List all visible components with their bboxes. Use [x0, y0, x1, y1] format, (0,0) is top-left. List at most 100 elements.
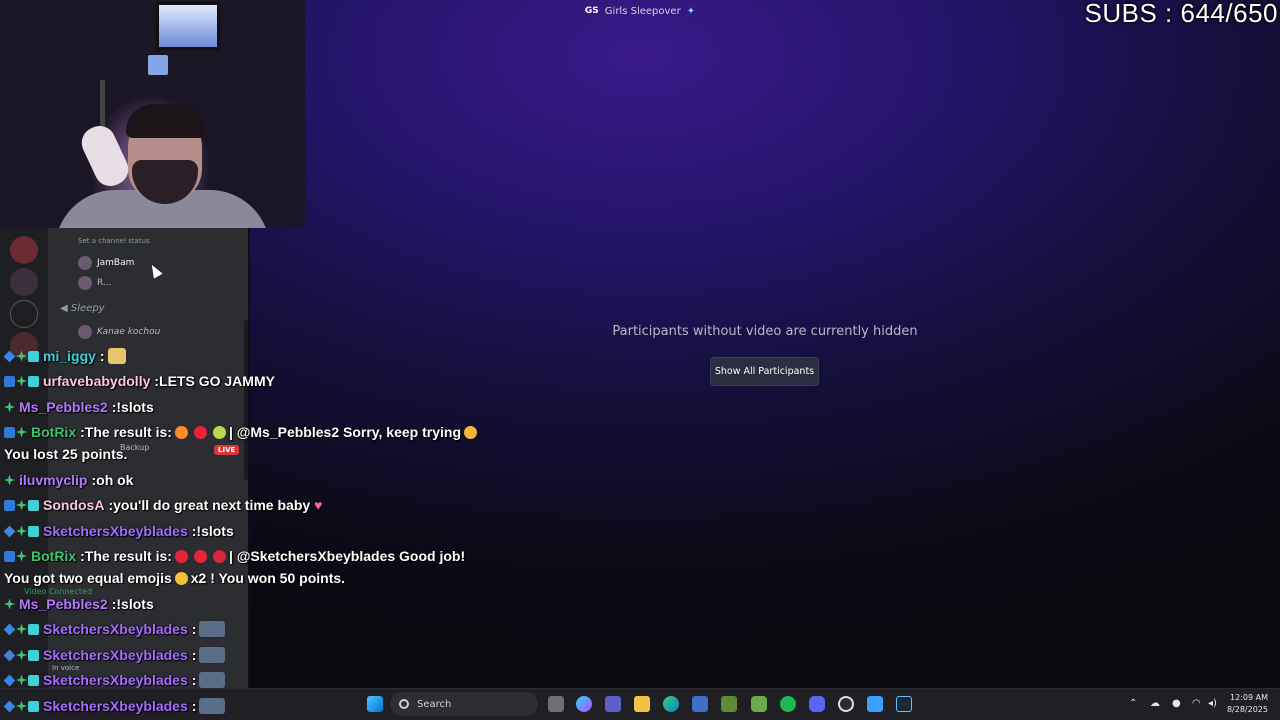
chat-message: SketchersXbeyblades :	[3, 672, 228, 688]
voice-member-jambam[interactable]: JamBam	[78, 256, 134, 270]
emote-icon	[199, 698, 226, 714]
minecraft-icon[interactable]	[721, 696, 737, 712]
chat-text: You lost 25 points.	[4, 446, 128, 462]
chat-username: SketchersXbeyblades	[43, 647, 188, 663]
emote-icon	[107, 348, 126, 364]
show-all-participants-button[interactable]: Show All Participants	[710, 357, 819, 386]
voice-channel-sleepy[interactable]: ◀ Sleepy	[60, 303, 105, 314]
search-placeholder: Search	[417, 698, 452, 710]
badge-icon	[4, 499, 15, 511]
badge-icon	[4, 426, 15, 438]
taskbar-clock[interactable]: 12:09 AM 8/28/2025	[1227, 692, 1268, 716]
chat-badges	[4, 375, 39, 387]
badge-icon	[3, 623, 16, 635]
chat-username: urfavebabydolly	[43, 373, 151, 389]
chat-badges	[3, 623, 39, 635]
steam-icon[interactable]	[896, 696, 912, 712]
discord-icon[interactable]	[809, 696, 825, 712]
fruit-emoji-icon	[212, 425, 226, 439]
cloud-icon[interactable]: ☁	[1150, 698, 1160, 709]
chat-message: SketchersXbeyblades :	[3, 698, 228, 714]
store-icon[interactable]	[692, 696, 708, 712]
chat-badges	[4, 474, 15, 486]
chat-text: !slots	[116, 399, 154, 415]
badge-icon	[4, 474, 15, 486]
voice-connection-status: Video Connected	[24, 587, 93, 596]
app-icon[interactable]	[751, 696, 767, 712]
chat-message: Ms_Pebbles2 : !slots	[4, 399, 154, 415]
server-tag: GS	[584, 6, 599, 16]
badge-icon	[28, 525, 39, 537]
chat-badges	[4, 550, 27, 562]
badge-icon	[28, 375, 39, 387]
volume-icon[interactable]: ◂)	[1208, 698, 1217, 709]
copilot-icon[interactable]	[576, 696, 592, 712]
chat-text: oh ok	[96, 472, 134, 488]
chat-separator: :	[99, 348, 105, 364]
chat-message: SketchersXbeyblades :	[3, 621, 228, 637]
microphone-icon[interactable]: ●	[1172, 698, 1181, 709]
emote-icon	[199, 621, 226, 637]
background-monitor	[156, 2, 220, 50]
voice-member-kanae[interactable]: Kanae kochou	[78, 325, 160, 339]
live-badge: LIVE	[214, 445, 240, 455]
badge-icon	[16, 499, 27, 511]
spotify-icon[interactable]	[780, 696, 796, 712]
server-icon[interactable]	[10, 268, 38, 296]
voice-member-r[interactable]: R...	[78, 276, 112, 290]
chat-badges	[4, 499, 39, 511]
sleep-emoji-icon: ✦	[686, 5, 696, 17]
chat-username: SondosA	[43, 497, 105, 513]
chat-message: mi_iggy :	[3, 348, 129, 364]
badge-icon	[16, 350, 27, 362]
chat-text: x2 ! You won 50 points.	[190, 570, 346, 586]
edge-icon[interactable]	[663, 696, 679, 712]
subs-counter: SUBS : 644/650	[1084, 0, 1278, 28]
clock-time: 12:09 AM	[1230, 693, 1268, 702]
chat-message: Ms_Pebbles2 : !slots	[4, 596, 154, 612]
badge-icon	[16, 550, 27, 562]
money-emoji-icon	[174, 571, 188, 585]
background-light	[148, 55, 168, 75]
file-explorer-icon[interactable]	[634, 696, 650, 712]
fruit-emoji-icon	[193, 425, 207, 439]
task-view-icon[interactable]	[548, 696, 564, 712]
badge-icon	[4, 550, 15, 562]
server-icon[interactable]	[10, 300, 38, 328]
chat-message: BotRix : The result is: | @Ms_Pebbles2 S…	[4, 424, 480, 440]
obs-icon[interactable]	[838, 696, 854, 712]
chat-message: SondosA : you'll do great next time baby…	[4, 497, 322, 513]
chat-separator: :	[191, 698, 197, 714]
fruit-emoji-icon	[174, 425, 188, 439]
fruit-emoji-icon	[174, 549, 188, 563]
chat-separator: :	[191, 621, 197, 637]
teams-icon[interactable]	[605, 696, 621, 712]
chat-text: LETS GO JAMMY	[159, 373, 275, 389]
server-icon[interactable]	[10, 236, 38, 264]
taskbar-search-input[interactable]: Search	[390, 692, 538, 716]
avatar	[78, 276, 92, 290]
chat-text: !slots	[116, 596, 154, 612]
windows-start-icon[interactable]	[367, 696, 383, 712]
chat-message: iluvmyclip : oh ok	[4, 472, 133, 488]
avatar	[78, 256, 92, 270]
photos-icon[interactable]	[867, 696, 883, 712]
badge-icon	[16, 426, 27, 438]
badge-icon	[16, 623, 27, 635]
chat-username: mi_iggy	[43, 348, 96, 364]
chevron-up-icon[interactable]: ⌃	[1129, 698, 1137, 709]
badge-icon	[3, 674, 16, 686]
wifi-icon[interactable]: ◠	[1192, 698, 1201, 709]
window-title: Girls Sleepover	[604, 5, 681, 17]
chat-text: you'll do great next time baby	[113, 497, 311, 513]
chat-username: SketchersXbeyblades	[43, 621, 188, 637]
badge-icon	[3, 350, 16, 362]
chat-badges	[3, 525, 39, 537]
sidebar-scrollbar[interactable]	[244, 320, 248, 480]
emote-icon	[199, 647, 226, 663]
badge-icon	[28, 674, 39, 686]
call-stage	[250, 0, 1280, 688]
chat-message: SketchersXbeyblades : !slots	[3, 523, 234, 539]
channel-status[interactable]: Set a channel status	[78, 237, 150, 245]
sad-emoji-icon	[464, 425, 477, 439]
